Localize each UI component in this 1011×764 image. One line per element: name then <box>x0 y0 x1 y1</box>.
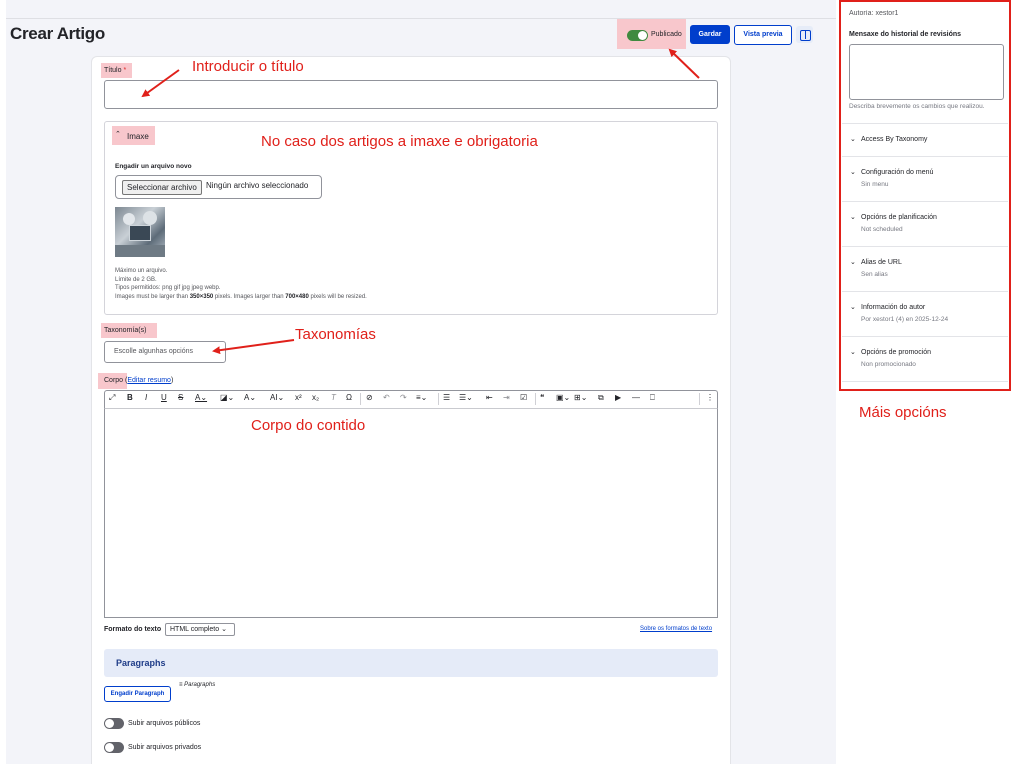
strikethrough-icon[interactable]: S <box>178 393 183 402</box>
image-add-label: Engadir un arquivo novo <box>115 163 192 170</box>
annotation-taxonomy: Taxonomías <box>295 326 376 343</box>
published-label: Publicado <box>651 31 682 38</box>
page: Crear Artigo Publicado Gardar Vista prev… <box>0 0 1011 764</box>
insert-image-icon[interactable]: ▣⌄ <box>556 393 570 402</box>
file-input[interactable]: Seleccionar archivo Ningún archivo selec… <box>115 175 322 199</box>
toolbar-separator <box>699 393 700 405</box>
bulleted-list-icon[interactable]: ☰ <box>443 393 450 402</box>
toolbar-separator <box>438 393 439 405</box>
annotation-body: Corpo do contido <box>251 417 366 434</box>
taxonomy-input[interactable]: Escolle algunhas opcións <box>104 341 226 363</box>
blockquote-icon[interactable]: ❝ <box>540 393 544 402</box>
title-label: Título * <box>104 67 127 74</box>
todo-list-icon[interactable]: ☑ <box>520 393 527 402</box>
file-status: Ningún archivo seleccionado <box>206 181 309 190</box>
taxonomy-label: Taxonomía(s) <box>104 327 147 334</box>
italic-icon[interactable]: I <box>145 393 147 402</box>
sidebar-highlight-frame <box>839 0 1011 391</box>
subscript-icon[interactable]: x₂ <box>312 393 319 402</box>
media-embed-icon[interactable]: ▶ <box>615 393 621 402</box>
superscript-icon[interactable]: x² <box>295 393 302 402</box>
remove-format-icon[interactable]: T <box>331 393 336 402</box>
image-help: Máximo un arquivo. Límite de 2 GB. Tipos… <box>115 268 367 300</box>
annotation-title: Introducir o título <box>192 58 304 75</box>
toolbar-separator <box>535 393 536 405</box>
annotation-more-options: Máis opcións <box>859 404 947 421</box>
font-family-icon[interactable]: AI⌄ <box>270 393 284 402</box>
redo-icon[interactable]: ↷ <box>400 393 407 402</box>
background-color-icon[interactable]: ◪⌄ <box>220 393 234 402</box>
published-toggle[interactable] <box>627 30 648 41</box>
outdent-icon[interactable]: ⇤ <box>486 393 493 402</box>
indent-icon[interactable]: ⇥ <box>503 393 510 402</box>
chevron-up-icon[interactable]: ⌃ <box>115 130 121 138</box>
public-files-toggle[interactable] <box>104 718 124 729</box>
private-files-toggle[interactable] <box>104 742 124 753</box>
add-paragraph-button[interactable]: Engadir Paragraph <box>104 686 171 702</box>
body-editor[interactable] <box>104 409 718 618</box>
source-editing-icon[interactable]: ⧉ <box>598 393 604 403</box>
body-label: Corpo (Editar resumo) <box>104 377 174 384</box>
bold-icon[interactable]: B <box>127 393 133 402</box>
text-formats-link[interactable]: Sobre os formatos de texto <box>640 626 712 632</box>
font-color-icon[interactable]: A⌄ <box>195 393 207 402</box>
taxonomy-placeholder: Escolle algunhas opcións <box>114 348 193 355</box>
align-icon[interactable]: ≡⌄ <box>416 393 427 402</box>
insert-table-icon[interactable]: ⊞⌄ <box>574 393 587 402</box>
paragraph-type: ≡ Paragraphs <box>179 682 216 688</box>
preview-button[interactable]: Vista previa <box>734 25 792 45</box>
link-icon[interactable]: ⊘ <box>366 393 373 402</box>
top-divider <box>6 18 836 19</box>
paragraphs-header: Paragraphs <box>104 649 718 677</box>
fullscreen-icon[interactable]: ⤢ <box>109 393 115 403</box>
title-input[interactable] <box>104 80 718 109</box>
edit-summary-link[interactable]: Editar resumo <box>127 377 171 384</box>
more-options-icon[interactable]: ⋮ <box>706 393 714 402</box>
text-format-select[interactable]: HTML completo ⌄ <box>165 623 235 636</box>
horizontal-line-icon[interactable]: — <box>632 393 640 402</box>
image-summary[interactable]: Imaxe <box>127 132 149 141</box>
undo-icon[interactable]: ↶ <box>383 393 390 402</box>
annotation-image: No caso dos artigos a imaxe e obrigatori… <box>261 133 538 150</box>
select-file-button[interactable]: Seleccionar archivo <box>122 180 202 195</box>
text-format-label: Formato do texto <box>104 626 162 633</box>
bookmark-icon[interactable]: ⎕ <box>650 393 655 403</box>
sidebar-toggle-icon[interactable] <box>796 26 813 43</box>
special-characters-icon[interactable]: Ω <box>346 393 352 402</box>
public-files-label: Subir arquivos públicos <box>128 720 201 727</box>
toolbar-separator <box>360 393 361 405</box>
numbered-list-icon[interactable]: ☰⌄ <box>459 393 473 402</box>
save-button[interactable]: Gardar <box>690 25 730 44</box>
page-title: Crear Artigo <box>10 24 105 43</box>
private-files-label: Subir arquivos privados <box>128 744 202 751</box>
font-size-icon[interactable]: A⌄ <box>244 393 256 402</box>
image-thumbnail[interactable] <box>115 207 165 257</box>
underline-icon[interactable]: U <box>161 393 167 402</box>
